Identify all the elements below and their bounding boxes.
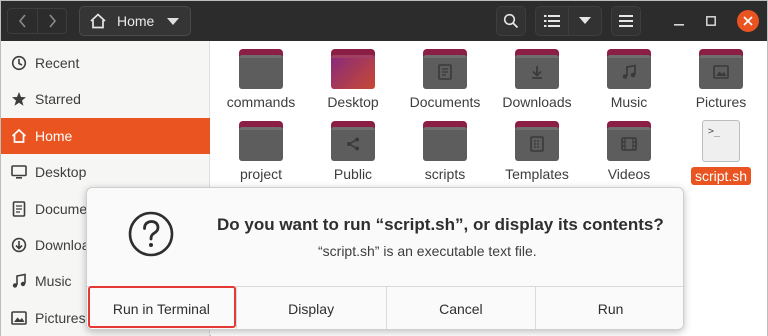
sidebar-item-desktop[interactable]: Desktop (1, 154, 210, 190)
minimize-icon (674, 24, 684, 26)
minimize-button[interactable] (668, 10, 690, 32)
view-options-button[interactable] (568, 6, 602, 36)
sidebar-item-label: Home (35, 128, 73, 144)
folder-icon (239, 49, 283, 89)
picture-icon (11, 310, 27, 326)
file-item-commands[interactable]: commands (216, 41, 306, 110)
file-name: Public (333, 166, 373, 182)
sidebar-item-label: Docume (35, 201, 88, 217)
run-script-dialog: Do you want to run “script.sh”, or displ… (86, 187, 684, 330)
file-name: commands (226, 94, 296, 110)
file-name: scripts (424, 166, 466, 182)
template-icon (527, 135, 547, 153)
share-icon (343, 135, 363, 153)
download-icon (11, 237, 27, 253)
download-icon (527, 63, 547, 81)
chevron-left-icon (18, 14, 26, 28)
close-icon (743, 16, 753, 26)
path-label: Home (117, 13, 155, 29)
document-icon (435, 63, 455, 81)
music-icon (11, 273, 27, 289)
run-button[interactable]: Run (536, 287, 683, 329)
pictures-folder-icon (699, 49, 743, 89)
home-icon (11, 128, 27, 144)
list-view-icon (544, 15, 560, 27)
file-item-project[interactable]: project (216, 113, 306, 182)
dialog-subtitle: “script.sh” is an executable text file. (318, 243, 537, 259)
header-bar: Home (1, 1, 767, 41)
chevron-down-icon (167, 17, 180, 25)
sidebar-item-home[interactable]: Home (1, 118, 210, 154)
display-button[interactable]: Display (236, 287, 387, 329)
maximize-button[interactable] (700, 10, 722, 32)
path-bar-home[interactable]: Home (79, 6, 191, 36)
file-name: Music (610, 94, 648, 110)
clock-icon (11, 55, 27, 71)
file-name: script.sh (690, 167, 752, 185)
sidebar-item-recent[interactable]: Recent (1, 45, 210, 81)
sidebar-item-label: Downloa (35, 237, 90, 253)
chevron-right-icon (49, 14, 57, 28)
maximize-icon (706, 16, 716, 26)
folder-icon (239, 121, 283, 161)
sidebar-item-label: Desktop (35, 164, 87, 180)
hamburger-menu-button[interactable] (611, 6, 641, 36)
sidebar-item-label: Music (35, 273, 72, 289)
file-item-music[interactable]: Music (584, 41, 674, 110)
cancel-button[interactable]: Cancel (386, 287, 537, 329)
file-name: project (239, 166, 283, 182)
file-name: Documents (409, 94, 481, 110)
hamburger-icon (619, 15, 633, 27)
picture-icon (711, 63, 731, 81)
file-name: Desktop (327, 94, 379, 110)
sidebar-item-label: Pictures (35, 310, 86, 326)
sidebar-item-starred[interactable]: Starred (1, 81, 210, 117)
file-item-templates[interactable]: Templates (492, 113, 582, 182)
sidebar-item-label: Starred (35, 91, 81, 107)
home-icon (90, 13, 106, 29)
search-button[interactable] (496, 6, 526, 36)
file-item-videos[interactable]: Videos (584, 113, 674, 182)
music-icon (619, 63, 639, 81)
dialog-title: Do you want to run “script.sh”, or displ… (217, 215, 664, 234)
videos-folder-icon (607, 121, 651, 161)
document-icon (11, 201, 27, 217)
chevron-down-icon (579, 17, 591, 24)
music-folder-icon (607, 49, 651, 89)
file-item-desktop[interactable]: Desktop (308, 41, 398, 110)
file-manager-window: Home Recent Starred Home Desktop Docume … (0, 0, 768, 336)
sidebar-item-label: Recent (35, 55, 80, 71)
file-name: Pictures (695, 94, 747, 110)
file-item-scripts[interactable]: scripts (400, 113, 490, 182)
close-button[interactable] (737, 10, 759, 32)
forward-button[interactable] (37, 8, 67, 34)
file-name: Videos (607, 166, 651, 182)
script-file-icon: >_ (702, 120, 740, 162)
video-icon (619, 135, 639, 153)
file-item-pictures[interactable]: Pictures (676, 41, 766, 110)
documents-folder-icon (423, 49, 467, 89)
file-item-script-sh[interactable]: >_ script.sh (676, 113, 766, 185)
star-icon (11, 91, 27, 107)
file-name: Templates (505, 166, 569, 182)
desktop-icon (11, 164, 27, 180)
dialog-action-bar: Run in Terminal Display Cancel Run (87, 286, 683, 329)
public-folder-icon (331, 121, 375, 161)
list-view-button[interactable] (535, 6, 569, 36)
run-in-terminal-button[interactable]: Run in Terminal (87, 287, 237, 329)
folder-icon (423, 121, 467, 161)
question-icon (128, 211, 174, 257)
downloads-folder-icon (515, 49, 559, 89)
file-item-documents[interactable]: Documents (400, 41, 490, 110)
file-item-public[interactable]: Public (308, 113, 398, 182)
desktop-folder-icon (331, 49, 375, 89)
search-icon (503, 13, 519, 29)
templates-folder-icon (515, 121, 559, 161)
back-button[interactable] (7, 8, 37, 34)
file-item-downloads[interactable]: Downloads (492, 41, 582, 110)
file-name: Downloads (502, 94, 572, 110)
